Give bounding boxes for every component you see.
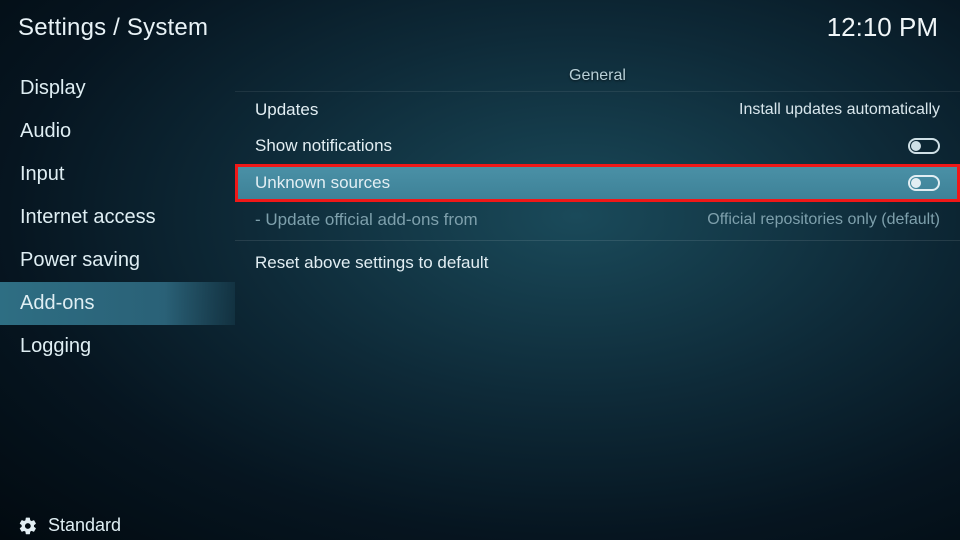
breadcrumb: Settings / System: [18, 14, 208, 42]
sidebar-item-add-ons[interactable]: Add-ons: [0, 282, 235, 325]
row-value: Install updates automatically: [739, 101, 940, 119]
clock: 12:10 PM: [827, 12, 938, 43]
toggle-unknown-sources[interactable]: [908, 175, 940, 191]
row-label: Updates: [255, 100, 318, 120]
toggle-show-notifications[interactable]: [908, 138, 940, 154]
sidebar-item-audio[interactable]: Audio: [0, 110, 235, 153]
row-label: Unknown sources: [255, 173, 390, 193]
header: Settings / System 12:10 PM: [0, 0, 960, 53]
row-reset-defaults[interactable]: Reset above settings to default: [235, 240, 960, 281]
settings-level-label: Standard: [48, 515, 121, 536]
row-updates[interactable]: Updates Install updates automatically: [235, 92, 960, 128]
content-container: Display Audio Input Internet access Powe…: [0, 53, 960, 540]
sidebar-item-input[interactable]: Input: [0, 153, 235, 196]
row-label: Show notifications: [255, 136, 392, 156]
sidebar-item-internet-access[interactable]: Internet access: [0, 196, 235, 239]
sidebar: Display Audio Input Internet access Powe…: [0, 53, 235, 540]
row-unknown-sources[interactable]: Unknown sources: [235, 164, 960, 202]
row-value: Official repositories only (default): [707, 211, 940, 229]
row-label: Reset above settings to default: [255, 253, 488, 273]
sidebar-item-logging[interactable]: Logging: [0, 325, 235, 368]
gear-icon: [18, 516, 38, 536]
row-label: - Update official add-ons from: [255, 210, 478, 230]
row-show-notifications[interactable]: Show notifications: [235, 128, 960, 164]
sidebar-item-display[interactable]: Display: [0, 67, 235, 110]
sidebar-item-power-saving[interactable]: Power saving: [0, 239, 235, 282]
main-panel: General Updates Install updates automati…: [235, 53, 960, 540]
section-header-general: General: [235, 63, 960, 92]
settings-level-footer[interactable]: Standard: [18, 515, 121, 536]
row-update-official-addons-from[interactable]: - Update official add-ons from Official …: [235, 202, 960, 238]
